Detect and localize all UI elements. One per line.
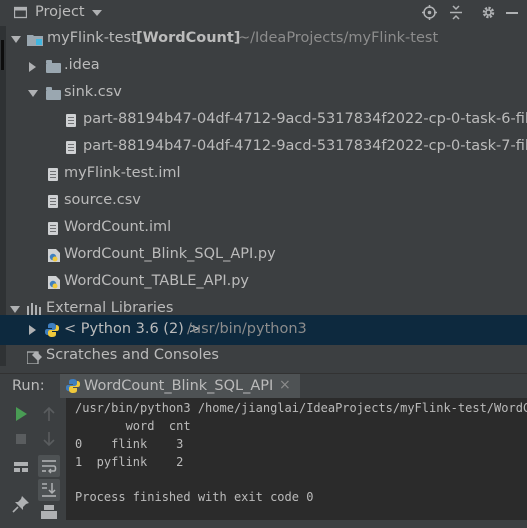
- python-file-icon: [47, 248, 61, 262]
- hide-icon[interactable]: [506, 12, 518, 14]
- expand-arrow-icon[interactable]: [11, 36, 21, 43]
- scratches-icon: [26, 350, 43, 368]
- file-label: part-88194b47-04df-4712-9acd-5317834f202…: [83, 138, 527, 154]
- file-label: myFlink-test.iml: [64, 165, 181, 181]
- console-line: Process finished with exit code 0: [75, 490, 314, 504]
- text-file-icon: [48, 195, 58, 208]
- console-line: 0 flink 3: [75, 437, 184, 451]
- folder-icon: [46, 87, 61, 100]
- file-label: WordCount_Blink_SQL_API.py: [64, 246, 276, 262]
- project-title[interactable]: Project: [35, 4, 85, 20]
- rerun-icon[interactable]: [10, 403, 32, 425]
- expand-arrow-icon[interactable]: [29, 62, 36, 72]
- file-label: WordCount_TABLE_API.py: [64, 273, 250, 289]
- settings-icon[interactable]: [481, 5, 496, 24]
- expand-arrow-icon[interactable]: [29, 325, 36, 335]
- iml-file-icon: [48, 222, 58, 235]
- scroll-to-end-icon[interactable]: [38, 479, 60, 501]
- scroll-down-icon[interactable]: [38, 428, 60, 450]
- python-sdk-label: < Python 3.6 (2) >: [64, 321, 201, 337]
- project-path: ~/IdeaProjects/myFlink-test: [238, 30, 439, 46]
- console-line: word cnt: [75, 419, 191, 433]
- tree-row-idea[interactable]: .idea: [0, 53, 527, 80]
- python-path: /usr/bin/python3: [187, 321, 307, 337]
- tree-row-wc-iml[interactable]: WordCount.iml: [0, 215, 527, 242]
- tree-row-python-sdk[interactable]: < Python 3.6 (2) > /usr/bin/python3: [0, 315, 527, 345]
- soft-wrap-icon[interactable]: [38, 455, 60, 477]
- module-name: [WordCount]: [136, 30, 241, 46]
- pin-icon[interactable]: [10, 493, 32, 515]
- file-label: part-88194b47-04df-4712-9acd-5317834f202…: [83, 111, 527, 127]
- text-file-icon: [66, 114, 76, 127]
- expand-arrow-icon[interactable]: [10, 306, 20, 313]
- chevron-down-icon[interactable]: [92, 10, 102, 16]
- project-tree: myFlink-test [WordCount] ~/IdeaProjects/…: [0, 26, 527, 370]
- file-label: source.csv: [64, 192, 141, 208]
- run-tab[interactable]: WordCount_Blink_SQL_API ×: [60, 374, 300, 399]
- project-view-icon: [13, 6, 28, 19]
- layout-icon[interactable]: [10, 456, 32, 478]
- console-toolbar: [0, 398, 66, 520]
- external-libraries-label: External Libraries: [46, 300, 174, 316]
- python-file-icon: [66, 379, 80, 397]
- scroll-up-icon[interactable]: [38, 403, 60, 425]
- project-panel-header: Project: [0, 0, 527, 26]
- collapse-all-icon[interactable]: [449, 5, 463, 24]
- tree-row-blink-sql[interactable]: WordCount_Blink_SQL_API.py: [0, 242, 527, 269]
- tree-row-part-file-2[interactable]: part-88194b47-04df-4712-9acd-5317834f202…: [0, 134, 527, 161]
- module-folder-icon: [27, 33, 43, 50]
- tree-row-sink[interactable]: sink.csv: [0, 80, 527, 107]
- close-tab-icon[interactable]: ×: [279, 377, 291, 393]
- tree-row-iml[interactable]: myFlink-test.iml: [0, 161, 527, 188]
- console-line: 1 pyflink 2: [75, 455, 184, 469]
- folder-icon: [46, 60, 61, 73]
- console-output[interactable]: /usr/bin/python3 /home/jianglai/IdeaProj…: [66, 398, 527, 520]
- run-label: Run:: [12, 378, 45, 394]
- tree-row-source[interactable]: source.csv: [0, 188, 527, 215]
- tree-row-scratches[interactable]: Scratches and Consoles: [0, 343, 527, 370]
- python-sdk-icon: [45, 323, 59, 341]
- run-tool-window-header: Run: WordCount_Blink_SQL_API ×: [0, 373, 527, 399]
- folder-label: .idea: [64, 57, 100, 73]
- iml-file-icon: [48, 168, 58, 181]
- python-file-icon: [47, 275, 61, 289]
- folder-label: sink.csv: [64, 84, 122, 100]
- expand-arrow-icon[interactable]: [28, 90, 38, 97]
- console-line: /usr/bin/python3 /home/jianglai/IdeaProj…: [75, 401, 527, 415]
- scratches-label: Scratches and Consoles: [46, 347, 219, 363]
- stop-icon[interactable]: [10, 428, 32, 450]
- run-tab-label: WordCount_Blink_SQL_API: [84, 378, 274, 394]
- file-label: WordCount.iml: [64, 219, 172, 235]
- tree-row-table-api[interactable]: WordCount_TABLE_API.py: [0, 269, 527, 296]
- project-name: myFlink-test: [47, 30, 137, 46]
- text-file-icon: [66, 141, 76, 154]
- tree-row-project-root[interactable]: myFlink-test [WordCount] ~/IdeaProjects/…: [0, 26, 527, 53]
- locate-icon[interactable]: [422, 5, 437, 24]
- print-icon[interactable]: [38, 502, 60, 524]
- tree-row-part-file-1[interactable]: part-88194b47-04df-4712-9acd-5317834f202…: [0, 107, 527, 134]
